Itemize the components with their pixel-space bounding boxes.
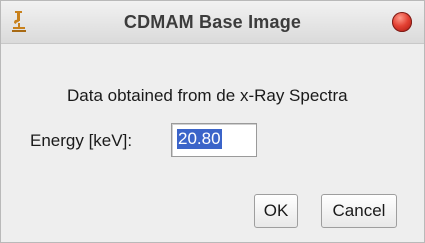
window-title: CDMAM Base Image — [123, 12, 302, 32]
energy-field[interactable]: 20.80 — [171, 123, 257, 157]
close-icon[interactable] — [392, 12, 412, 32]
dialog-window: CDMAM Base Image Data obtained from de x… — [0, 0, 425, 243]
ok-button[interactable]: OK — [254, 194, 298, 228]
cancel-button[interactable]: Cancel — [321, 194, 397, 228]
energy-label: Energy [keV]: — [30, 131, 133, 150]
title-bar[interactable]: CDMAM Base Image — [1, 1, 424, 44]
energy-value: 20.80 — [177, 129, 222, 149]
info-message: Data obtained from de x-Ray Spectra — [67, 86, 348, 105]
